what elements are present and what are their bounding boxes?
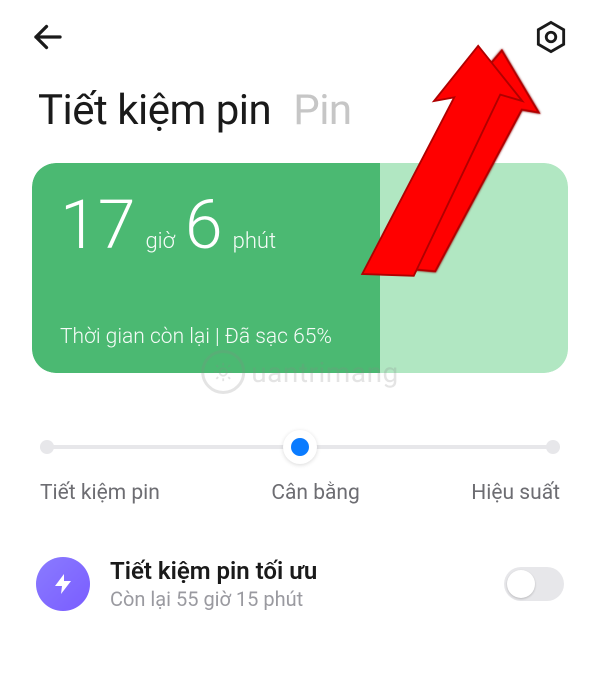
mode-slider[interactable] <box>40 429 560 465</box>
minutes-unit: phút <box>233 229 276 254</box>
battery-card-remainder <box>380 163 568 373</box>
settings-icon[interactable] <box>532 18 570 56</box>
tab-battery[interactable]: Pin <box>293 86 351 135</box>
battery-status-text: Thời gian còn lại | Đã sạc 65% <box>60 325 356 349</box>
slider-dot <box>546 440 560 454</box>
hours-value: 17 <box>60 191 135 259</box>
slider-label-performance: Hiệu suất <box>471 481 560 505</box>
ultra-saver-row[interactable]: Tiết kiệm pin tối ưu Còn lại 55 giờ 15 p… <box>36 557 564 611</box>
minutes-value: 6 <box>185 191 223 259</box>
slider-thumb-inner <box>291 438 309 456</box>
ultra-saver-title: Tiết kiệm pin tối ưu <box>110 557 484 585</box>
ultra-saver-sub: Còn lại 55 giờ 15 phút <box>110 587 484 611</box>
battery-card-info: 17 giờ 6 phút Thời gian còn lại | Đã sạc… <box>32 163 380 373</box>
back-icon[interactable] <box>30 19 66 55</box>
toggle-knob <box>507 570 535 598</box>
ultra-saver-toggle[interactable] <box>504 567 564 601</box>
slider-labels: Tiết kiệm pin Cân bằng Hiệu suất <box>40 481 560 505</box>
tab-row: Tiết kiệm pin Pin <box>0 66 600 163</box>
slider-dot <box>40 440 54 454</box>
slider-label-saver: Tiết kiệm pin <box>40 481 160 505</box>
battery-card[interactable]: 17 giờ 6 phút Thời gian còn lại | Đã sạc… <box>32 163 568 373</box>
time-remaining: 17 giờ 6 phút <box>60 191 356 259</box>
bolt-icon <box>36 557 90 611</box>
slider-thumb[interactable] <box>283 430 317 464</box>
hours-unit: giờ <box>145 229 174 254</box>
slider-label-balanced: Cân bằng <box>271 481 360 505</box>
tab-battery-saver[interactable]: Tiết kiệm pin <box>38 86 271 135</box>
